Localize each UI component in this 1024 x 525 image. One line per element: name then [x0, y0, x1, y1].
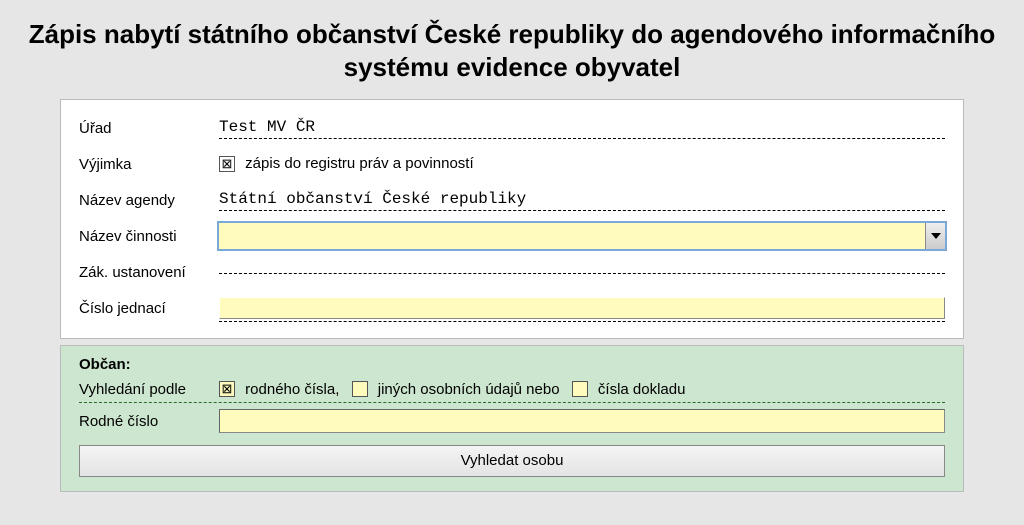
label-cinnost: Název činnosti [79, 228, 219, 245]
opt-cislo-dokladu-text: čísla dokladu [598, 381, 686, 398]
row-search-by: Vyhledání podle ⊠ rodného čísla, jiných … [79, 381, 945, 403]
search-options: ⊠ rodného čísla, jiných osobních údajů n… [219, 381, 945, 398]
panel-form: Úřad Test MV ČR Výjimka ⊠ zápis do regis… [60, 99, 964, 339]
opt-rodne-cislo-text: rodného čísla, [245, 381, 339, 398]
agenda-value: Státní občanství České republiky [219, 190, 526, 208]
row-zak: Zák. ustanovení [79, 258, 945, 286]
label-zak: Zák. ustanovení [79, 264, 219, 281]
rodne-cislo-input[interactable] [219, 409, 945, 433]
label-vyjimka: Výjimka [79, 156, 219, 173]
opt-rodne-cislo-checkbox[interactable]: ⊠ [219, 381, 235, 397]
row-cinnost: Název činnosti [79, 222, 945, 250]
vyjimka-checkbox[interactable]: ⊠ [219, 156, 235, 172]
row-agenda: Název agendy Státní občanství České repu… [79, 186, 945, 214]
label-agenda: Název agendy [79, 192, 219, 209]
field-zak [219, 271, 945, 274]
panel-citizen: Občan: Vyhledání podle ⊠ rodného čísla, … [60, 345, 964, 492]
row-cj: Číslo jednací [79, 294, 945, 322]
cinnost-dropdown-button[interactable] [925, 223, 945, 249]
row-urad: Úřad Test MV ČR [79, 114, 945, 142]
label-urad: Úřad [79, 120, 219, 137]
vyhledat-osobu-button[interactable]: Vyhledat osobu [79, 445, 945, 477]
label-search-by: Vyhledání podle [79, 381, 219, 398]
label-cj: Číslo jednací [79, 300, 219, 317]
field-vyjimka: ⊠ zápis do registru práv a povinností [219, 155, 945, 172]
page-title: Zápis nabytí státního občanství České re… [0, 0, 1024, 93]
citizen-heading: Občan: [79, 356, 945, 373]
label-rodne-cislo: Rodné číslo [79, 413, 219, 430]
urad-value: Test MV ČR [219, 118, 315, 136]
vyjimka-text: zápis do registru práv a povinností [245, 155, 473, 172]
opt-jine-udaje-text: jiných osobních údajů nebo [378, 381, 560, 398]
chevron-down-icon [931, 233, 941, 239]
field-urad: Test MV ČR [219, 118, 945, 139]
cinnost-value [219, 223, 925, 249]
cinnost-select[interactable] [219, 223, 945, 249]
opt-cislo-dokladu-checkbox[interactable] [572, 381, 588, 397]
row-vyjimka: Výjimka ⊠ zápis do registru práv a povin… [79, 150, 945, 178]
opt-jine-udaje-checkbox[interactable] [352, 381, 368, 397]
row-rodne-cislo: Rodné číslo [79, 409, 945, 437]
cj-input[interactable] [219, 297, 945, 319]
field-agenda: Státní občanství České republiky [219, 190, 945, 211]
